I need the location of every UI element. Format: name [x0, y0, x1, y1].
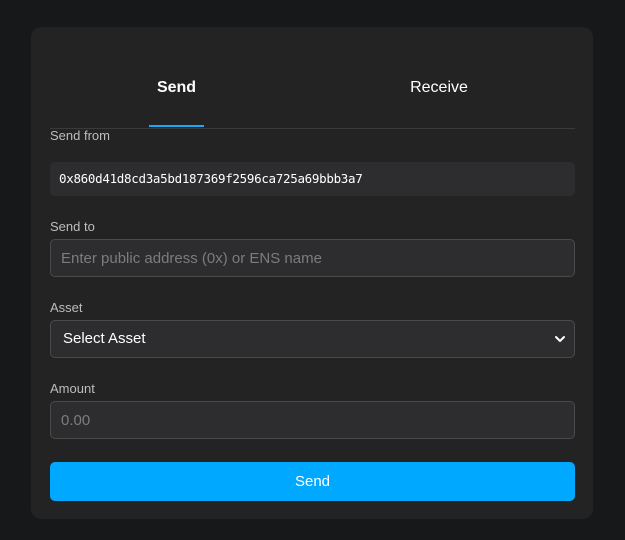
send-from-label: Send from: [50, 128, 110, 143]
amount-label: Amount: [50, 381, 95, 396]
asset-label: Asset: [50, 300, 83, 315]
active-tab-indicator: [149, 125, 204, 127]
tab-bar: Send Receive: [50, 79, 575, 129]
send-button[interactable]: Send: [50, 462, 575, 501]
tab-send[interactable]: Send: [50, 72, 303, 118]
send-to-label: Send to: [50, 219, 95, 234]
amount-input[interactable]: [50, 401, 575, 439]
tab-receive[interactable]: Receive: [303, 72, 575, 118]
send-from-address: 0x860d41d8cd3a5bd187369f2596ca725a69bbb3…: [50, 162, 575, 196]
send-receive-card: Send Receive Send from 0x860d41d8cd3a5bd…: [31, 27, 593, 519]
asset-select[interactable]: Select Asset: [50, 320, 575, 358]
send-to-input[interactable]: [50, 239, 575, 277]
chevron-down-icon: [555, 336, 565, 342]
asset-select-value: Select Asset: [63, 330, 146, 347]
